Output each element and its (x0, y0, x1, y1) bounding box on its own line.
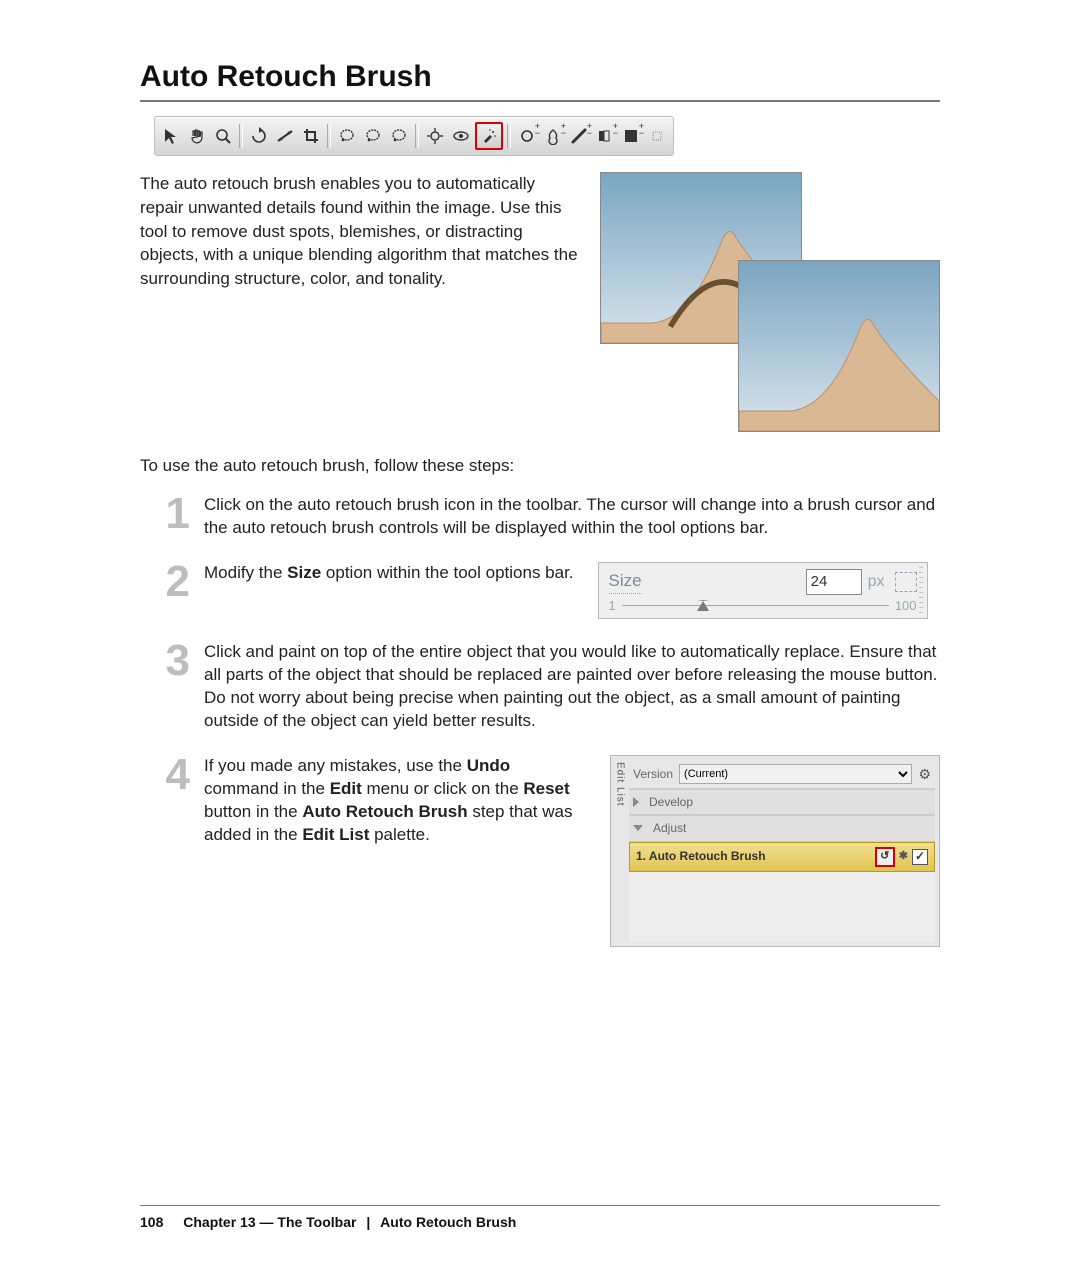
step-body: Modify the Size option within the tool o… (204, 562, 574, 585)
version-select[interactable]: (Current) (679, 764, 912, 784)
step-number: 3 (154, 641, 190, 733)
step-4: 4 If you made any mistakes, use the Undo… (140, 755, 940, 946)
white-balance-icon[interactable] (423, 124, 447, 148)
edit-list-empty-area (629, 872, 935, 942)
dodge-icon[interactable]: + − (515, 124, 539, 148)
section-develop[interactable]: Develop (629, 789, 935, 815)
page-number: 108 (140, 1214, 163, 1230)
example-thumbnails (600, 172, 940, 432)
brush-icon[interactable]: + − (567, 124, 591, 148)
eye-icon[interactable] (449, 124, 473, 148)
edit-step-auto-retouch[interactable]: 1. Auto Retouch Brush ↺ ✱ ✓ (629, 842, 935, 872)
gradient-icon[interactable]: + − (593, 124, 617, 148)
size-option-panel: Size px 1 100 (598, 562, 928, 620)
size-preview-icon (895, 572, 917, 592)
size-max: 100 (895, 597, 917, 615)
step-body: Click and paint on top of the entire obj… (204, 641, 940, 733)
steps-lead: To use the auto retouch brush, follow th… (140, 456, 940, 476)
edit-list-panel: Edit List Version (Current) ⚙ Develop Ad… (610, 755, 940, 946)
size-slider[interactable]: 1 100 (609, 597, 917, 615)
rotate-icon[interactable] (247, 124, 271, 148)
toolbar-separator (415, 124, 419, 148)
straighten-icon[interactable] (273, 124, 297, 148)
link-icon[interactable]: ✱ (899, 849, 908, 864)
page-title: Auto Retouch Brush (140, 60, 940, 94)
page-footer: 108 Chapter 13 — The Toolbar | Auto Reto… (140, 1205, 940, 1230)
example-image-after (738, 260, 940, 432)
lasso-a-icon[interactable] (335, 124, 359, 148)
burn-icon[interactable]: + − (541, 124, 565, 148)
enabled-checkbox[interactable]: ✓ (912, 849, 928, 865)
step-3: 3 Click and paint on top of the entire o… (140, 641, 940, 733)
size-min: 1 (609, 597, 616, 615)
gear-icon[interactable]: ⚙ (918, 765, 931, 784)
size-unit: px (868, 571, 885, 593)
step-number: 4 (154, 755, 190, 946)
section-adjust[interactable]: Adjust (629, 815, 935, 841)
lasso-b-icon[interactable] (361, 124, 385, 148)
step-body: Click on the auto retouch brush icon in … (204, 494, 940, 540)
app-toolbar: + −+ −+ −+ −+ − (154, 116, 674, 156)
step-body: If you made any mistakes, use the Undo c… (204, 755, 586, 847)
intro-paragraph: The auto retouch brush enables you to au… (140, 172, 582, 432)
edit-list-side-label: Edit List (613, 762, 627, 807)
step-1: 1 Click on the auto retouch brush icon i… (140, 494, 940, 540)
toolbar-separator (507, 124, 511, 148)
move-tool-icon[interactable] (159, 124, 183, 148)
size-input[interactable] (806, 569, 862, 595)
crop-icon[interactable] (299, 124, 323, 148)
hand-tool-icon[interactable] (185, 124, 209, 148)
auto-retouch-brush-icon[interactable] (475, 122, 503, 150)
step-number: 1 (154, 494, 190, 540)
reset-button[interactable]: ↺ (875, 847, 895, 867)
step-2: 2 Modify the Size option within the tool… (140, 562, 940, 620)
lasso-c-icon[interactable] (387, 124, 411, 148)
version-label: Version (633, 766, 673, 782)
size-label: Size (609, 570, 642, 594)
zoom-tool-icon[interactable] (211, 124, 235, 148)
step-number: 2 (154, 562, 190, 620)
trailing-icon[interactable] (645, 124, 669, 148)
toolbar-separator (327, 124, 331, 148)
title-rule (140, 100, 940, 102)
texture-icon[interactable]: + − (619, 124, 643, 148)
toolbar-separator (239, 124, 243, 148)
